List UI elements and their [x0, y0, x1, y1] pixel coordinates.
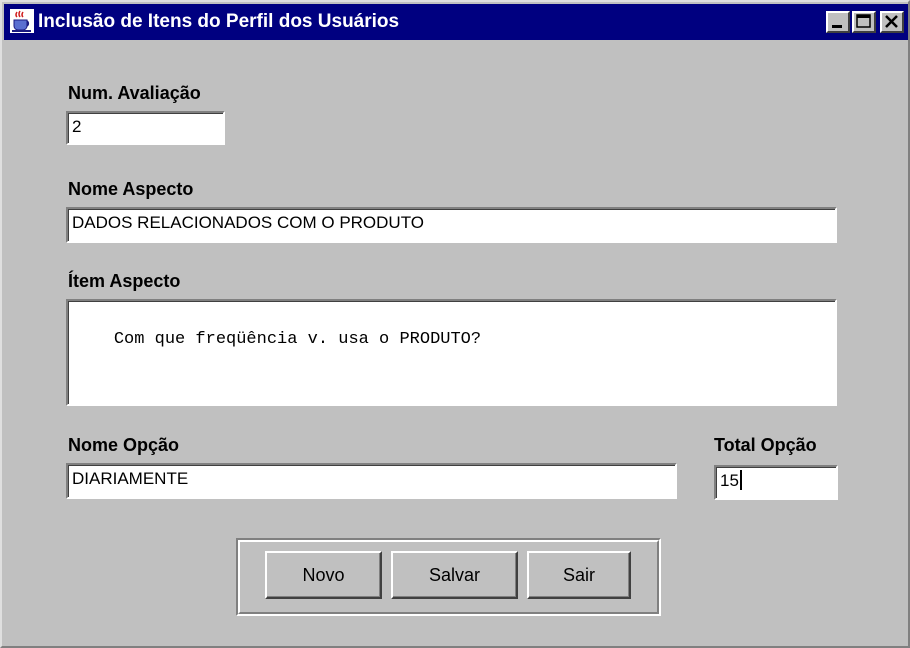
close-icon — [885, 15, 898, 28]
total-opcao-label: Total Opção — [714, 435, 817, 455]
sair-button[interactable]: Sair — [527, 551, 631, 599]
nome-aspecto-input[interactable]: DADOS RELACIONADOS COM O PRODUTO — [66, 207, 837, 243]
nome-opcao-label: Nome Opção — [68, 435, 180, 455]
nome-aspecto-label: Nome Aspecto — [68, 179, 194, 199]
nome-aspecto-value: DADOS RELACIONADOS COM O PRODUTO — [72, 213, 425, 232]
total-opcao-input[interactable]: 15 — [714, 465, 838, 500]
text-cursor — [739, 470, 742, 490]
salvar-button[interactable]: Salvar — [391, 551, 518, 599]
num-avaliacao-value: 2 — [72, 117, 82, 136]
dialog-window: Inclusão de Itens do Perfil dos Usuários… — [0, 0, 910, 648]
close-button[interactable] — [880, 11, 904, 33]
item-aspecto-value: Com que freqüência v. usa o PRODUTO? — [113, 330, 482, 349]
num-avaliacao-label: Num. Avaliação — [68, 83, 201, 103]
num-avaliacao-input[interactable]: 2 — [66, 111, 225, 145]
maximize-icon — [856, 14, 871, 28]
total-opcao-value: 15 — [720, 471, 739, 490]
title-bar[interactable]: Inclusão de Itens do Perfil dos Usuários — [4, 4, 908, 40]
java-coffee-cup-icon[interactable] — [10, 9, 34, 33]
minimize-button[interactable] — [826, 11, 850, 33]
nome-opcao-input[interactable]: DIARIAMENTE — [66, 463, 677, 499]
maximize-button[interactable] — [852, 11, 876, 33]
item-aspecto-label: Ítem Aspecto — [68, 271, 181, 291]
minimize-icon — [832, 25, 842, 28]
novo-button[interactable]: Novo — [265, 551, 382, 599]
window-title: Inclusão de Itens do Perfil dos Usuários — [38, 11, 400, 32]
item-aspecto-textarea[interactable]: Com que freqüência v. usa o PRODUTO? — [66, 299, 837, 406]
nome-opcao-value: DIARIAMENTE — [72, 469, 189, 488]
